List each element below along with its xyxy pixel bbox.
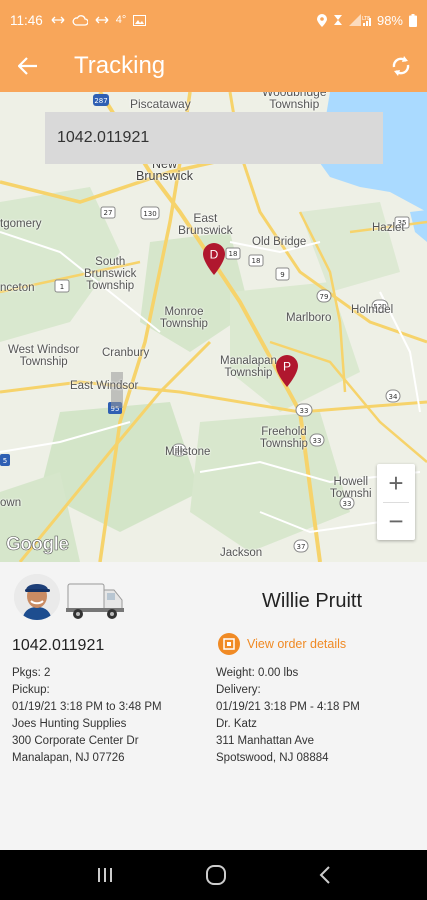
pickup-pin[interactable]: P [276, 355, 298, 387]
weight-text: Weight: 0.00 lbs [216, 667, 299, 679]
tracking-search-field[interactable]: 1042.011921 [45, 112, 383, 164]
map-label-montgomery: tgomery [0, 218, 42, 230]
map-label-old-bridge: Old Bridge [252, 236, 307, 248]
map-label-cranbury: Cranbury [102, 347, 150, 359]
map-label-howell: Howell Townshi [330, 476, 372, 500]
refresh-icon [392, 56, 410, 76]
svg-text:33: 33 [343, 500, 352, 508]
pkgs-count: Pkgs: 2 [12, 667, 51, 679]
delivery-address-line2: Spotswood, NJ 08884 [216, 752, 329, 764]
svg-text:130: 130 [143, 210, 156, 218]
signal-icon: LTE [348, 14, 371, 26]
pickup-address-line1: 300 Corporate Center Dr [12, 735, 139, 747]
refresh-button[interactable] [375, 54, 427, 78]
delivery-pin-letter: D [210, 248, 219, 262]
cloud-icon [72, 14, 88, 26]
map-label-west-windsor: West Windsor Township [8, 344, 80, 368]
order-id: 1042.011921 [12, 637, 105, 654]
status-time: 11:46 [10, 12, 43, 28]
pickup-address-line2: Manalapan, NJ 07726 [12, 752, 125, 764]
zoom-out-button[interactable]: − [377, 503, 415, 540]
battery-percent: 98% [376, 12, 403, 28]
image-icon [133, 14, 147, 26]
status-bar: 11:46 4° LTE 98% [0, 0, 427, 40]
system-nav-bar [0, 850, 427, 900]
battery-icon [409, 13, 417, 27]
map-label-east-windsor: East Windsor [70, 380, 139, 392]
svg-text:37: 37 [297, 543, 306, 551]
pickup-label: Pickup: [12, 684, 50, 696]
temperature-text: 4° [115, 14, 127, 26]
order-details-panel: Willie Pruitt 1042.011921 View order det… [0, 562, 427, 850]
zoom-in-button[interactable]: + [377, 464, 415, 502]
svg-text:287: 287 [94, 97, 107, 105]
delivery-window: 01/19/21 3:18 PM - 4:18 PM [216, 701, 360, 713]
app-bar: Tracking [0, 40, 427, 92]
map-label-jackson: Jackson [220, 547, 263, 559]
pickup-name: Joes Hunting Supplies [12, 718, 127, 730]
map-label-millstone: Millstone [165, 446, 211, 458]
alarm-icon [333, 15, 342, 25]
pickup-info: Pkgs: 2 Pickup: 01/19/21 3:18 PM to 3:48… [12, 665, 162, 767]
map-label-monroe: Monroe Township [160, 306, 208, 330]
sync-arrows-icon [95, 16, 109, 24]
map-label-piscataway: Piscataway [130, 97, 191, 111]
map-label-hazlet: Hazlet [372, 222, 405, 234]
sync-arrows-icon [51, 16, 65, 24]
driver-avatar [14, 574, 60, 620]
zoom-controls: + − [377, 464, 415, 540]
home-icon[interactable] [205, 864, 227, 886]
map-label-freehold: Freehold Township [260, 426, 308, 450]
map-label-manalapan: Manalapan Township [220, 355, 277, 379]
svg-text:18: 18 [252, 257, 261, 265]
svg-text:33: 33 [313, 437, 322, 445]
view-order-details-label: View order details [247, 637, 347, 651]
document-icon [218, 633, 240, 655]
map-label-holmdel: Holmdel [351, 304, 394, 316]
svg-text:18: 18 [229, 250, 238, 258]
map-label-east-brunswick: East Brunswick [178, 211, 233, 237]
arrow-left-icon [18, 57, 37, 75]
pickup-pin-letter: P [283, 360, 291, 374]
google-logo: Google [6, 534, 70, 556]
svg-text:27: 27 [104, 209, 113, 217]
map-label-ewing: own [0, 497, 22, 509]
recents-icon[interactable] [96, 866, 114, 884]
svg-text:9: 9 [280, 271, 284, 279]
delivery-address-line1: 311 Manhattan Ave [216, 735, 315, 747]
map-label-woodbridge: Woodbridge Township [262, 92, 327, 111]
map-view[interactable]: 287 27 130 18 18 9 79 520 1 33 34 95 33 … [0, 92, 427, 562]
svg-text:79: 79 [320, 293, 329, 301]
page-title: Tracking [74, 52, 166, 79]
delivery-name: Dr. Katz [216, 718, 257, 730]
pickup-window: 01/19/21 3:18 PM to 3:48 PM [12, 701, 162, 713]
back-button[interactable] [0, 57, 56, 75]
location-icon [316, 13, 327, 27]
svg-text:33: 33 [300, 407, 309, 415]
delivery-pin[interactable]: D [203, 243, 225, 275]
map-label-marlboro: Marlboro [286, 312, 332, 324]
map-label-princeton: nceton [0, 282, 35, 294]
svg-text:5: 5 [3, 457, 7, 465]
delivery-label: Delivery: [216, 684, 261, 696]
view-order-details-link[interactable]: View order details [218, 633, 346, 655]
driver-name: Willie Pruitt [262, 590, 363, 612]
svg-text:1: 1 [60, 283, 64, 291]
truck-icon [66, 583, 124, 619]
back-icon[interactable] [318, 865, 332, 885]
svg-text:34: 34 [389, 393, 398, 401]
delivery-info: Weight: 0.00 lbs Delivery: 01/19/21 3:18… [216, 665, 360, 767]
map-label-south-brunswick: South Brunswick Township [84, 256, 137, 292]
